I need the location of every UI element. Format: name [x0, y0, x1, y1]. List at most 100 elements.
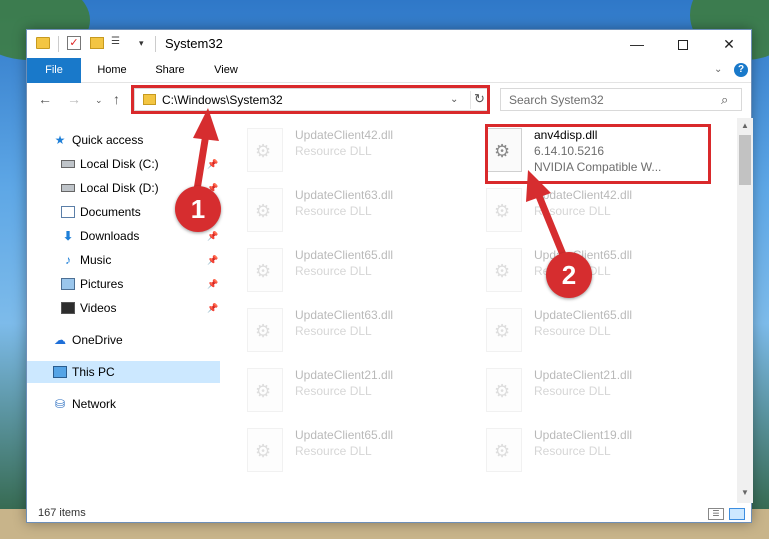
- ribbon-tabs: File Home Share View ⌄ ?: [27, 58, 751, 83]
- rename-icon[interactable]: ☰: [111, 36, 127, 50]
- file-tile[interactable]: UpdateClient65.dll Resource DLL: [227, 424, 462, 482]
- search-placeholder: Search System32: [509, 93, 604, 107]
- sidebar-item-quick-access[interactable]: ★ Quick access: [27, 129, 220, 151]
- vertical-scrollbar[interactable]: ▲ ▼: [737, 118, 753, 503]
- file-tile[interactable]: UpdateClient63.dll Resource DLL: [227, 184, 462, 242]
- help-icon[interactable]: ?: [734, 63, 748, 77]
- dll-file-icon: [247, 248, 283, 292]
- sidebar-item-network[interactable]: ⛁ Network: [27, 393, 220, 415]
- sidebar-item-label: Pictures: [80, 277, 124, 291]
- file-type: Resource DLL: [534, 204, 611, 218]
- sidebar-item-label: Documents: [80, 205, 141, 219]
- folder-icon: [36, 37, 50, 49]
- disk-icon: [61, 160, 75, 168]
- cloud-icon: ☁: [54, 333, 66, 347]
- sidebar-item-label: Local Disk (C:): [80, 157, 159, 171]
- status-bar: 167 items ☰: [27, 504, 751, 524]
- properties-check-icon[interactable]: ✓: [67, 36, 81, 50]
- sidebar-item-videos[interactable]: Videos 📌: [27, 297, 220, 319]
- file-name: UpdateClient65.dll: [295, 428, 394, 442]
- file-name: UpdateClient63.dll: [295, 188, 394, 202]
- dll-file-icon: [247, 428, 283, 472]
- sidebar-item-onedrive[interactable]: ☁ OneDrive: [27, 329, 220, 351]
- maximize-icon: [678, 40, 688, 51]
- file-tile[interactable]: UpdateClient65.dll Resource DLL: [227, 244, 462, 302]
- title-bar: ✓ ☰ ▾ System32 — ✕: [27, 30, 751, 58]
- network-icon: ⛁: [54, 397, 66, 411]
- maximize-button[interactable]: [660, 30, 706, 58]
- toolbar-separator: [155, 36, 156, 52]
- tab-view[interactable]: View: [203, 58, 249, 83]
- sidebar-item-music[interactable]: ♪ Music 📌: [27, 249, 220, 271]
- window-title: System32: [165, 36, 223, 51]
- file-type: Resource DLL: [295, 144, 372, 158]
- dll-file-icon: [486, 428, 522, 472]
- tiles-view-icon[interactable]: [729, 508, 745, 520]
- dll-file-icon: [247, 368, 283, 412]
- close-button[interactable]: ✕: [706, 30, 752, 58]
- new-folder-icon[interactable]: [90, 37, 104, 49]
- file-type: Resource DLL: [295, 204, 372, 218]
- documents-icon: [61, 206, 75, 218]
- file-name: UpdateClient63.dll: [295, 308, 394, 322]
- dll-file-icon: [247, 128, 283, 172]
- navigation-bar: ← → ⌄ ↑ C:\Windows\System32 ⌄ ↻ Search S…: [27, 84, 751, 116]
- recent-locations-icon[interactable]: ⌄: [95, 95, 103, 106]
- minimize-button[interactable]: —: [614, 30, 660, 58]
- file-tile[interactable]: UpdateClient63.dll Resource DLL: [227, 304, 462, 362]
- customize-toolbar-dropdown-icon[interactable]: ▾: [139, 38, 144, 54]
- callout-marker-1: 1: [175, 186, 221, 232]
- pin-icon: 📌: [207, 303, 219, 313]
- dll-file-icon: [486, 248, 522, 292]
- tab-home[interactable]: Home: [87, 58, 137, 83]
- star-icon: ★: [54, 133, 66, 147]
- address-highlight-box: [131, 85, 490, 114]
- file-explorer-window: ✓ ☰ ▾ System32 — ✕ File Home Share View …: [26, 29, 753, 524]
- pin-icon: 📌: [207, 159, 219, 169]
- up-button[interactable]: ↑: [113, 91, 120, 107]
- scroll-up-icon[interactable]: ▲: [741, 121, 749, 130]
- sidebar-item-label: Videos: [80, 301, 117, 315]
- file-tile[interactable]: UpdateClient42.dll Resource DLL: [466, 184, 701, 242]
- file-type: Resource DLL: [295, 324, 372, 338]
- tab-file[interactable]: File: [27, 58, 81, 83]
- file-name: UpdateClient65.dll: [295, 248, 394, 262]
- sidebar-item-this-pc[interactable]: This PC: [27, 361, 220, 383]
- file-tile[interactable]: UpdateClient21.dll Resource DLL: [466, 364, 701, 422]
- sidebar-item-label: Music: [80, 253, 112, 267]
- sidebar-item-pictures[interactable]: Pictures 📌: [27, 273, 220, 295]
- item-count: 167 items: [38, 507, 86, 519]
- details-view-icon[interactable]: ☰: [708, 508, 724, 520]
- pin-icon: 📌: [207, 255, 219, 265]
- computer-icon: [53, 366, 67, 378]
- music-icon: ♪: [65, 253, 71, 267]
- expand-ribbon-icon[interactable]: ⌄: [714, 64, 722, 75]
- file-tile[interactable]: UpdateClient21.dll Resource DLL: [227, 364, 462, 422]
- pin-icon: 📌: [207, 279, 219, 289]
- forward-button[interactable]: →: [67, 91, 81, 107]
- navigation-pane: ★ Quick access Local Disk (C:) 📌 Local D…: [27, 123, 220, 503]
- search-box[interactable]: Search System32 ⌕: [500, 88, 742, 111]
- dll-file-icon: [247, 308, 283, 352]
- sidebar-item-local-disk-c[interactable]: Local Disk (C:) 📌: [27, 153, 220, 175]
- file-tile[interactable]: UpdateClient19.dll Resource DLL: [466, 424, 701, 482]
- sidebar-item-label: Downloads: [80, 229, 140, 243]
- search-icon[interactable]: ⌕: [721, 92, 728, 108]
- file-tile[interactable]: UpdateClient42.dll Resource DLL: [227, 124, 462, 182]
- tab-share[interactable]: Share: [145, 58, 195, 83]
- back-button[interactable]: ←: [38, 91, 52, 107]
- file-highlight-box: [485, 124, 711, 184]
- file-type: Resource DLL: [534, 384, 611, 398]
- file-name: UpdateClient65.dll: [534, 308, 633, 322]
- pictures-icon: [61, 278, 75, 290]
- sidebar-item-label: This PC: [72, 365, 115, 379]
- file-name: UpdateClient42.dll: [295, 128, 394, 142]
- file-tile[interactable]: UpdateClient65.dll Resource DLL: [466, 304, 701, 362]
- file-type: Resource DLL: [295, 264, 372, 278]
- file-type: Resource DLL: [534, 324, 611, 338]
- dll-file-icon: [486, 308, 522, 352]
- scrollbar-thumb[interactable]: [739, 135, 751, 185]
- dll-file-icon: [486, 188, 522, 232]
- scroll-down-icon[interactable]: ▼: [741, 488, 749, 497]
- download-icon: ⬇: [62, 229, 74, 243]
